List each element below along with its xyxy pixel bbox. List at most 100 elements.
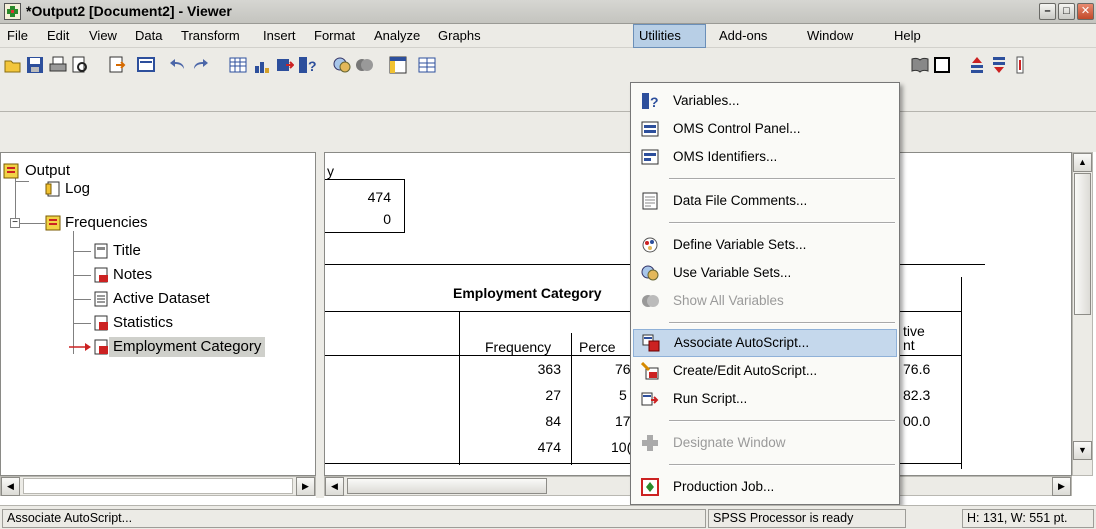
tree-item-output[interactable]: Output <box>25 161 70 181</box>
scroll-up-button[interactable]: ▲ <box>1073 153 1092 172</box>
menu-separator <box>669 222 895 224</box>
menu-window[interactable]: Window <box>802 24 858 48</box>
current-item-arrow-icon <box>69 343 91 351</box>
svg-text:?: ? <box>308 58 316 74</box>
menu-utilities[interactable]: Utilities <box>633 24 706 48</box>
col-percent: Perce <box>579 339 616 355</box>
menu-bar: File Edit View Data Transform Insert For… <box>0 24 1096 48</box>
status-bar: Associate AutoScript... SPSS Processor i… <box>0 505 1096 529</box>
pane-splitter[interactable] <box>316 112 324 498</box>
undo-icon[interactable] <box>169 56 187 74</box>
demote-icon[interactable] <box>990 56 1008 74</box>
redo-icon[interactable] <box>191 56 209 74</box>
collapse-toggle[interactable]: − <box>10 218 20 228</box>
close-button[interactable]: ✕ <box>1077 3 1094 20</box>
cumulative-cell: 76.6 <box>903 361 931 377</box>
frequencies-book-icon <box>45 215 61 231</box>
goto-variable-icon[interactable] <box>276 56 294 74</box>
show-all-variables-icon[interactable] <box>355 56 373 74</box>
open-icon[interactable] <box>4 56 22 74</box>
tree-line <box>73 251 91 252</box>
scroll-thumb[interactable] <box>347 478 547 494</box>
menu-format[interactable]: Format <box>309 24 360 48</box>
minimize-button[interactable]: – <box>1039 3 1056 20</box>
tree-item-notes[interactable]: Notes <box>113 265 152 285</box>
frequency-cell: 474 <box>537 439 561 455</box>
menu-edit[interactable]: Edit <box>42 24 74 48</box>
menu-item-oms-identifiers[interactable]: OMS Identifiers... <box>633 143 897 171</box>
tree-line <box>15 181 29 182</box>
save-icon[interactable] <box>26 56 44 74</box>
menu-insert[interactable]: Insert <box>258 24 301 48</box>
book-icon[interactable] <box>911 56 929 74</box>
percent-cell: 76 <box>615 361 631 377</box>
grid-icon[interactable] <box>418 56 436 74</box>
menu-item-run-script[interactable]: Run Script... <box>633 385 897 413</box>
export-icon[interactable] <box>108 56 126 74</box>
tree-item-active-dataset[interactable]: Active Dataset <box>113 289 210 309</box>
pivot-icon[interactable] <box>389 56 407 74</box>
menu-view[interactable]: View <box>84 24 122 48</box>
maximize-button[interactable]: □ <box>1058 3 1075 20</box>
menu-analyze[interactable]: Analyze <box>369 24 425 48</box>
menu-transform[interactable]: Transform <box>176 24 245 48</box>
tree-line <box>73 231 74 354</box>
menu-separator <box>669 464 895 466</box>
tree-item-frequencies[interactable]: Frequencies <box>65 213 148 233</box>
menu-data[interactable]: Data <box>130 24 167 48</box>
scroll-track[interactable] <box>23 478 293 494</box>
menu-item-define-variable-sets[interactable]: Define Variable Sets... <box>633 231 897 259</box>
title-page-icon <box>94 243 108 259</box>
oms-identifiers-icon <box>641 149 659 165</box>
page-icon[interactable] <box>933 56 951 74</box>
tree-line <box>73 323 91 324</box>
goto-data-icon[interactable] <box>229 56 247 74</box>
menu-item-create-edit-autoscript[interactable]: Create/Edit AutoScript... <box>633 357 897 385</box>
status-processor: SPSS Processor is ready <box>708 509 906 528</box>
menu-separator <box>669 322 895 324</box>
content-vscrollbar[interactable]: ▲ ▼ <box>1072 152 1093 476</box>
menu-item-production-job[interactable]: Production Job... <box>633 473 897 501</box>
menu-item-label: Run Script... <box>673 391 748 406</box>
scroll-right-button[interactable]: ▶ <box>296 477 315 496</box>
scroll-thumb[interactable] <box>1074 173 1091 315</box>
scroll-left-button[interactable]: ◀ <box>1 477 20 496</box>
production-job-icon <box>641 478 659 496</box>
scroll-down-button[interactable]: ▼ <box>1073 441 1092 460</box>
status-dimensions: H: 131, W: 551 pt. <box>962 509 1094 528</box>
menu-add-ons[interactable]: Add-ons <box>714 24 772 48</box>
menu-item-label: Production Job... <box>673 479 775 494</box>
menu-item-associate-autoscript[interactable]: Associate AutoScript... <box>633 329 897 357</box>
tree-item-statistics[interactable]: Statistics <box>113 313 173 333</box>
menu-item-use-variable-sets[interactable]: Use Variable Sets... <box>633 259 897 287</box>
menu-item-designate-window[interactable]: Designate Window <box>633 429 897 457</box>
menu-item-oms-control-panel[interactable]: OMS Control Panel... <box>633 115 897 143</box>
print-preview-icon[interactable] <box>71 56 89 74</box>
print-icon[interactable] <box>49 56 67 74</box>
use-sets-icon[interactable] <box>333 56 351 74</box>
menu-help[interactable]: Help <box>889 24 926 48</box>
scroll-right-button[interactable]: ▶ <box>1052 477 1071 496</box>
menu-graphs[interactable]: Graphs <box>433 24 486 48</box>
tree-item-log[interactable]: Log <box>65 179 90 199</box>
title-bar: *Output2 [Document2] - Viewer – □ ✕ <box>0 0 1096 24</box>
svg-text:?: ? <box>650 94 659 110</box>
menu-item-label: Designate Window <box>673 435 786 450</box>
outline-pane[interactable]: Output Log − Frequencies Title Notes Act… <box>0 152 316 476</box>
menu-file[interactable]: File <box>2 24 33 48</box>
menu-item-variables[interactable]: ? Variables... <box>633 87 897 115</box>
recall-dialog-icon[interactable] <box>137 56 155 74</box>
tree-item-title[interactable]: Title <box>113 241 141 261</box>
menu-item-show-all-variables[interactable]: Show All Variables <box>633 287 897 315</box>
percent-cell: 17 <box>615 413 631 429</box>
outline-hscrollbar[interactable]: ◀ ▶ <box>0 476 316 496</box>
menu-item-data-file-comments[interactable]: Data File Comments... <box>633 187 897 215</box>
promote-icon[interactable] <box>968 56 986 74</box>
goto-case-icon[interactable] <box>253 56 271 74</box>
variables-icon[interactable]: ? <box>298 56 316 74</box>
scroll-left-button[interactable]: ◀ <box>325 477 344 496</box>
tree-item-employment-category[interactable]: Employment Category <box>109 337 266 357</box>
expand-icon[interactable] <box>1012 56 1030 74</box>
secondary-toolbar <box>0 82 1096 112</box>
tree-line <box>73 299 91 300</box>
